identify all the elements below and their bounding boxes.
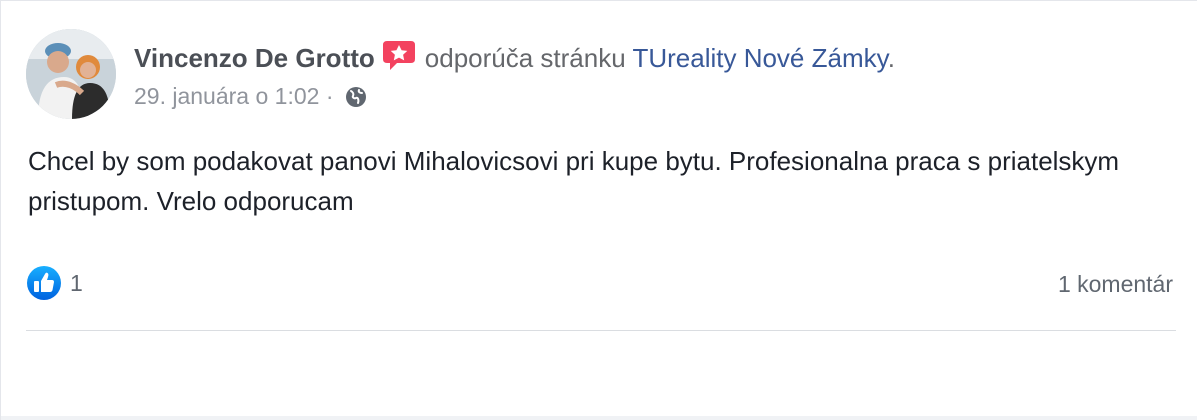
like-count: 1: [70, 269, 83, 296]
reactions-summary[interactable]: 1: [26, 265, 83, 301]
meta-separator: ·: [325, 83, 334, 109]
post-body: Chcel by som podakovat panovi Mihalovics…: [28, 146, 1120, 216]
post-timestamp[interactable]: 29. januára o 1:02: [134, 83, 319, 109]
avatar-photo: [26, 29, 116, 119]
footer-divider: [26, 330, 1176, 331]
card-bottom-edge: [1, 416, 1197, 420]
action-text: odporúča stránku: [424, 43, 626, 73]
post-header: Vincenzo De Grotto odporúča stránku TUrea…: [134, 37, 895, 75]
globe-icon[interactable]: [344, 85, 368, 109]
avatar[interactable]: [26, 29, 116, 119]
post-meta: 29. januára o 1:02 ·: [134, 81, 368, 111]
like-thumb-icon: [26, 265, 62, 301]
trailing-punct: .: [887, 43, 895, 73]
recommendation-star-icon: [381, 37, 417, 73]
comments-count-link[interactable]: 1 komentár: [1058, 271, 1173, 298]
page-link[interactable]: TUreality Nové Zámky: [632, 43, 887, 73]
author-name[interactable]: Vincenzo De Grotto: [134, 43, 375, 73]
recommendation-post-card: Vincenzo De Grotto odporúča stránku TUrea…: [0, 0, 1197, 420]
